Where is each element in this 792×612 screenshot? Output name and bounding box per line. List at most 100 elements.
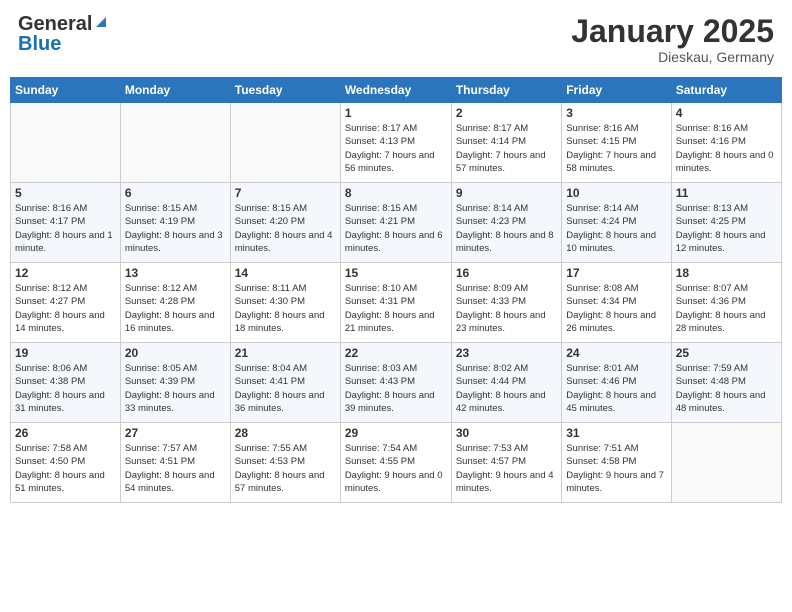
day-info: Sunrise: 7:59 AM Sunset: 4:48 PM Dayligh… [676,362,777,415]
day-number: 28 [235,426,336,440]
calendar-cell: 15Sunrise: 8:10 AM Sunset: 4:31 PM Dayli… [340,263,451,343]
day-number: 25 [676,346,777,360]
calendar-cell: 10Sunrise: 8:14 AM Sunset: 4:24 PM Dayli… [562,183,671,263]
day-number: 13 [125,266,226,280]
calendar-cell: 21 Sunrise: 8:04 AM Sunset: 4:41 PM Dayli… [230,343,340,423]
calendar-cell: 3 Sunrise: 8:16 AM Sunset: 4:15 PM Daylig… [562,103,671,183]
calendar-cell: 13Sunrise: 8:12 AM Sunset: 4:28 PM Dayli… [120,263,230,343]
weekday-header-thursday: Thursday [451,78,561,103]
day-number: 19 [15,346,116,360]
day-info: Sunrise: 8:12 AM Sunset: 4:27 PM Dayligh… [15,282,116,335]
day-number: 22 [345,346,447,360]
calendar-cell [230,103,340,183]
calendar-table: SundayMondayTuesdayWednesdayThursdayFrid… [10,77,782,503]
weekday-header-row: SundayMondayTuesdayWednesdayThursdayFrid… [11,78,782,103]
weekday-header-wednesday: Wednesday [340,78,451,103]
day-info: Sunrise: 8:02 AM Sunset: 4:44 PM Dayligh… [456,362,557,415]
calendar-cell: 30Sunrise: 7:53 AM Sunset: 4:57 PM Dayli… [451,423,561,503]
location: Dieskau, Germany [571,49,774,65]
calendar-cell: 16Sunrise: 8:09 AM Sunset: 4:33 PM Dayli… [451,263,561,343]
calendar-cell: 9Sunrise: 8:14 AM Sunset: 4:23 PM Daylig… [451,183,561,263]
day-number: 26 [15,426,116,440]
day-info: Sunrise: 8:17 AM Sunset: 4:13 PM Dayligh… [345,122,447,175]
calendar-cell: 18Sunrise: 8:07 AM Sunset: 4:36 PM Dayli… [671,263,781,343]
day-number: 21 [235,346,336,360]
calendar-week-row: 26 Sunrise: 7:58 AM Sunset: 4:50 PM Dayli… [11,423,782,503]
calendar-week-row: 1 Sunrise: 8:17 AM Sunset: 4:13 PM Daylig… [11,103,782,183]
day-info: Sunrise: 8:04 AM Sunset: 4:41 PM Dayligh… [235,362,336,415]
calendar-cell: 17 Sunrise: 8:08 AM Sunset: 4:34 PM Dayli… [562,263,671,343]
logo: General Blue [18,14,108,54]
day-info: Sunrise: 8:08 AM Sunset: 4:34 PM Dayligh… [566,282,666,335]
weekday-header-tuesday: Tuesday [230,78,340,103]
calendar-week-row: 5 Sunrise: 8:16 AM Sunset: 4:17 PM Daylig… [11,183,782,263]
day-info: Sunrise: 8:17 AM Sunset: 4:14 PM Dayligh… [456,122,557,175]
day-info: Sunrise: 7:54 AM Sunset: 4:55 PM Dayligh… [345,442,447,495]
day-number: 20 [125,346,226,360]
calendar-cell: 20Sunrise: 8:05 AM Sunset: 4:39 PM Dayli… [120,343,230,423]
day-number: 23 [456,346,557,360]
day-info: Sunrise: 8:16 AM Sunset: 4:16 PM Dayligh… [676,122,777,175]
day-info: Sunrise: 8:09 AM Sunset: 4:33 PM Dayligh… [456,282,557,335]
day-number: 6 [125,186,226,200]
day-number: 12 [15,266,116,280]
calendar-cell: 7 Sunrise: 8:15 AM Sunset: 4:20 PM Daylig… [230,183,340,263]
day-info: Sunrise: 8:03 AM Sunset: 4:43 PM Dayligh… [345,362,447,415]
day-info: Sunrise: 8:15 AM Sunset: 4:21 PM Dayligh… [345,202,447,255]
calendar-cell [11,103,121,183]
day-info: Sunrise: 8:16 AM Sunset: 4:15 PM Dayligh… [566,122,666,175]
calendar-cell: 8 Sunrise: 8:15 AM Sunset: 4:21 PM Daylig… [340,183,451,263]
day-info: Sunrise: 8:15 AM Sunset: 4:20 PM Dayligh… [235,202,336,255]
calendar-cell: 2 Sunrise: 8:17 AM Sunset: 4:14 PM Daylig… [451,103,561,183]
calendar-cell: 14Sunrise: 8:11 AM Sunset: 4:30 PM Dayli… [230,263,340,343]
calendar-cell: 26 Sunrise: 7:58 AM Sunset: 4:50 PM Dayli… [11,423,121,503]
day-info: Sunrise: 8:06 AM Sunset: 4:38 PM Dayligh… [15,362,116,415]
day-number: 11 [676,186,777,200]
weekday-header-saturday: Saturday [671,78,781,103]
calendar-cell [671,423,781,503]
day-number: 30 [456,426,557,440]
day-info: Sunrise: 8:01 AM Sunset: 4:46 PM Dayligh… [566,362,666,415]
calendar-week-row: 12 Sunrise: 8:12 AM Sunset: 4:27 PM Dayli… [11,263,782,343]
day-number: 27 [125,426,226,440]
day-info: Sunrise: 8:07 AM Sunset: 4:36 PM Dayligh… [676,282,777,335]
day-number: 24 [566,346,666,360]
page-header: General Blue January 2025 Dieskau, Germa… [10,10,782,69]
day-number: 1 [345,106,447,120]
calendar-cell: 1 Sunrise: 8:17 AM Sunset: 4:13 PM Daylig… [340,103,451,183]
day-info: Sunrise: 7:51 AM Sunset: 4:58 PM Dayligh… [566,442,666,495]
calendar-cell: 23 Sunrise: 8:02 AM Sunset: 4:44 PM Dayli… [451,343,561,423]
logo-blue-text: Blue [18,34,61,54]
day-number: 2 [456,106,557,120]
day-number: 3 [566,106,666,120]
day-info: Sunrise: 7:55 AM Sunset: 4:53 PM Dayligh… [235,442,336,495]
calendar-cell: 25 Sunrise: 7:59 AM Sunset: 4:48 PM Dayli… [671,343,781,423]
day-number: 15 [345,266,447,280]
calendar-cell: 29 Sunrise: 7:54 AM Sunset: 4:55 PM Dayli… [340,423,451,503]
calendar-cell: 6 Sunrise: 8:15 AM Sunset: 4:19 PM Daylig… [120,183,230,263]
day-info: Sunrise: 7:57 AM Sunset: 4:51 PM Dayligh… [125,442,226,495]
calendar-cell: 28 Sunrise: 7:55 AM Sunset: 4:53 PM Dayli… [230,423,340,503]
calendar-cell [120,103,230,183]
day-info: Sunrise: 8:11 AM Sunset: 4:30 PM Dayligh… [235,282,336,335]
day-number: 29 [345,426,447,440]
calendar-cell: 31 Sunrise: 7:51 AM Sunset: 4:58 PM Dayli… [562,423,671,503]
calendar-cell: 5 Sunrise: 8:16 AM Sunset: 4:17 PM Daylig… [11,183,121,263]
day-number: 31 [566,426,666,440]
day-info: Sunrise: 8:15 AM Sunset: 4:19 PM Dayligh… [125,202,226,255]
calendar-week-row: 19 Sunrise: 8:06 AM Sunset: 4:38 PM Dayli… [11,343,782,423]
weekday-header-friday: Friday [562,78,671,103]
calendar-cell: 22 Sunrise: 8:03 AM Sunset: 4:43 PM Dayli… [340,343,451,423]
weekday-header-monday: Monday [120,78,230,103]
day-number: 4 [676,106,777,120]
weekday-header-sunday: Sunday [11,78,121,103]
day-info: Sunrise: 8:13 AM Sunset: 4:25 PM Dayligh… [676,202,777,255]
day-number: 17 [566,266,666,280]
day-info: Sunrise: 8:16 AM Sunset: 4:17 PM Dayligh… [15,202,116,255]
day-info: Sunrise: 8:14 AM Sunset: 4:24 PM Dayligh… [566,202,666,255]
day-number: 5 [15,186,116,200]
day-number: 8 [345,186,447,200]
calendar-cell: 11 Sunrise: 8:13 AM Sunset: 4:25 PM Dayli… [671,183,781,263]
day-info: Sunrise: 7:58 AM Sunset: 4:50 PM Dayligh… [15,442,116,495]
day-number: 7 [235,186,336,200]
